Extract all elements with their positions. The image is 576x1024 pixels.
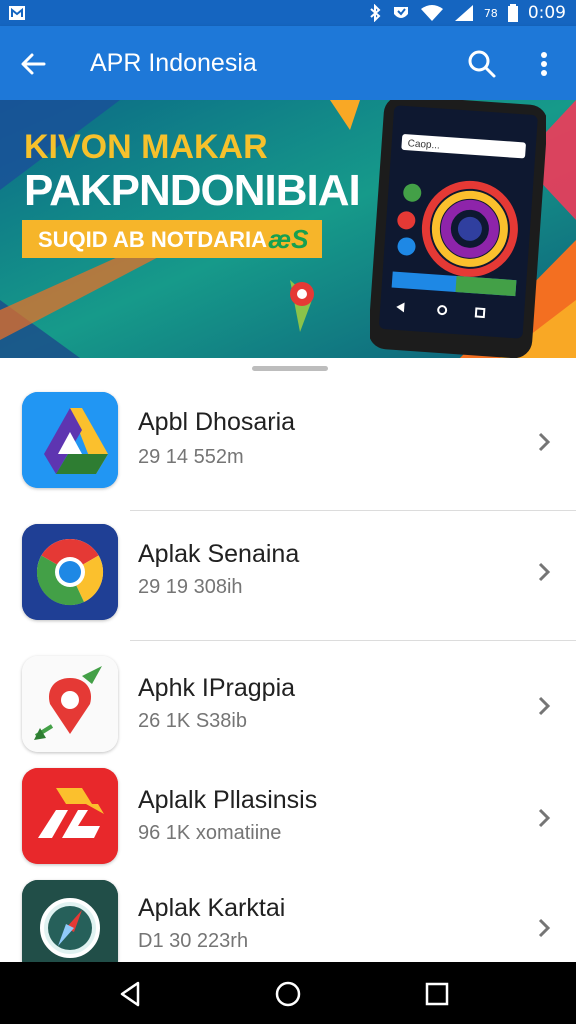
banner-title: PAKPNDONIBIAI — [24, 166, 361, 215]
app-name: Aphk IPragpia — [138, 674, 296, 702]
chevron-right-icon — [538, 562, 551, 582]
list-item[interactable]: Aplalk Pllasinsis 96 1K xomatiine — [0, 756, 576, 884]
back-triangle-icon[interactable] — [116, 979, 146, 1009]
status-bar: 78 0:09 — [0, 0, 576, 26]
chevron-right-icon — [538, 918, 551, 938]
system-nav-bar — [0, 962, 576, 1024]
drag-handle[interactable] — [252, 366, 328, 371]
app-name: Aplalk Pllasinsis — [138, 786, 318, 814]
search-icon[interactable] — [466, 48, 498, 80]
map-pin-icon — [22, 656, 118, 752]
battery-level: 78 — [483, 6, 498, 20]
app-meta: D1 30 223rh — [138, 930, 249, 952]
app-name: Apbl Dhosaria — [138, 408, 296, 436]
back-arrow-icon[interactable] — [18, 48, 50, 80]
home-circle-icon[interactable] — [273, 979, 303, 1009]
page-title: APR Indonesia — [90, 49, 257, 77]
chevron-right-icon — [538, 696, 551, 716]
signal-icon — [454, 5, 473, 21]
battery-icon — [507, 4, 518, 22]
clock: 0:09 — [527, 3, 566, 23]
app-meta: 29 14 552m — [138, 446, 244, 468]
chevron-right-icon — [538, 432, 551, 452]
list-item[interactable]: Aplak Senaina 29 19 308ih — [0, 508, 576, 636]
notification-icon — [9, 6, 25, 20]
drive-style-icon — [22, 392, 118, 488]
phone-search-text: Caop... — [407, 138, 440, 151]
arrow-logo-icon — [22, 768, 118, 864]
app-bar: APR Indonesia — [0, 26, 576, 100]
chevron-right-icon — [538, 808, 551, 828]
list-item[interactable]: Apbl Dhosaria 29 14 552m — [0, 376, 576, 504]
app-name: Aplak Karktai — [138, 894, 286, 922]
app-meta: 26 1K S38ib — [138, 710, 247, 732]
banner-subtitle: SUQID AB NOTDARIA — [38, 227, 267, 252]
phone-illustration: Caop... — [370, 100, 546, 358]
chrome-style-icon — [22, 524, 118, 620]
app-name: Aplak Senaina — [138, 540, 300, 568]
list-item[interactable]: Aphk IPragpia 26 1K S38ib — [0, 644, 576, 772]
app-meta: 29 19 308ih — [138, 576, 243, 598]
banner-deco-text: æS — [268, 224, 309, 254]
banner-headline: KIVON MAKAR — [24, 128, 268, 166]
bluetooth-icon — [370, 4, 381, 22]
promo-banner[interactable]: KIVON MAKAR PAKPNDONIBIAI SUQID AB NOTDA… — [0, 100, 576, 358]
nfc-icon — [393, 7, 408, 18]
divider — [130, 640, 576, 641]
app-meta: 96 1K xomatiine — [138, 822, 282, 844]
wifi-icon — [420, 5, 443, 21]
recents-square-icon[interactable] — [422, 979, 452, 1009]
more-vert-icon[interactable] — [532, 48, 556, 80]
